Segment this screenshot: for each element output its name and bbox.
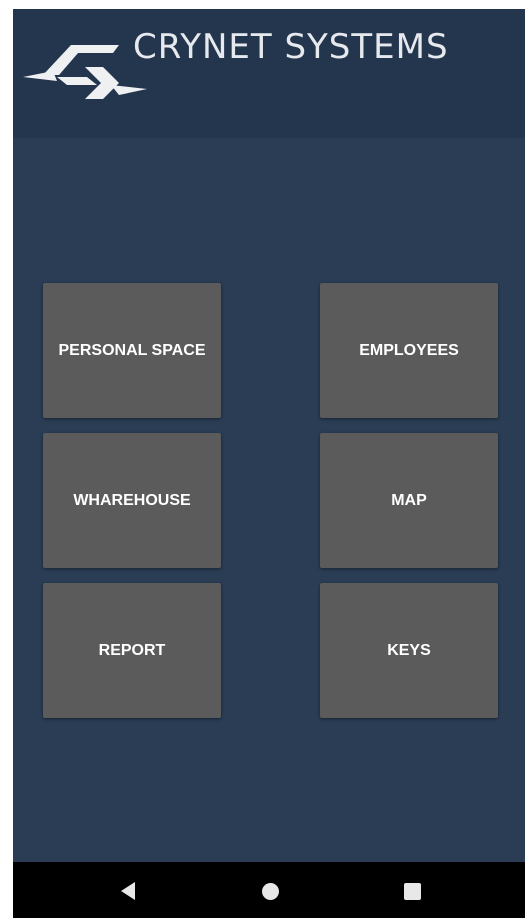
home-button[interactable] <box>255 876 285 906</box>
home-circle-icon <box>261 882 279 900</box>
app-screen: CRYNET SYSTEMS PERSONAL SPACE EMPLOYEES … <box>13 9 525 918</box>
personal-space-button[interactable]: PERSONAL SPACE <box>43 283 221 418</box>
report-button[interactable]: REPORT <box>43 583 221 718</box>
brand-title: CRYNET SYSTEMS <box>133 27 449 67</box>
app-header: CRYNET SYSTEMS <box>13 9 525 138</box>
wharehouse-button[interactable]: WHAREHOUSE <box>43 433 221 568</box>
system-navigation-bar <box>13 862 525 918</box>
back-button[interactable] <box>113 876 143 906</box>
recents-button[interactable] <box>397 876 427 906</box>
crynet-logo-icon <box>23 45 147 99</box>
keys-button[interactable]: KEYS <box>320 583 498 718</box>
map-button[interactable]: MAP <box>320 433 498 568</box>
employees-button[interactable]: EMPLOYEES <box>320 283 498 418</box>
back-triangle-icon <box>121 882 135 900</box>
recents-square-icon <box>403 882 421 900</box>
